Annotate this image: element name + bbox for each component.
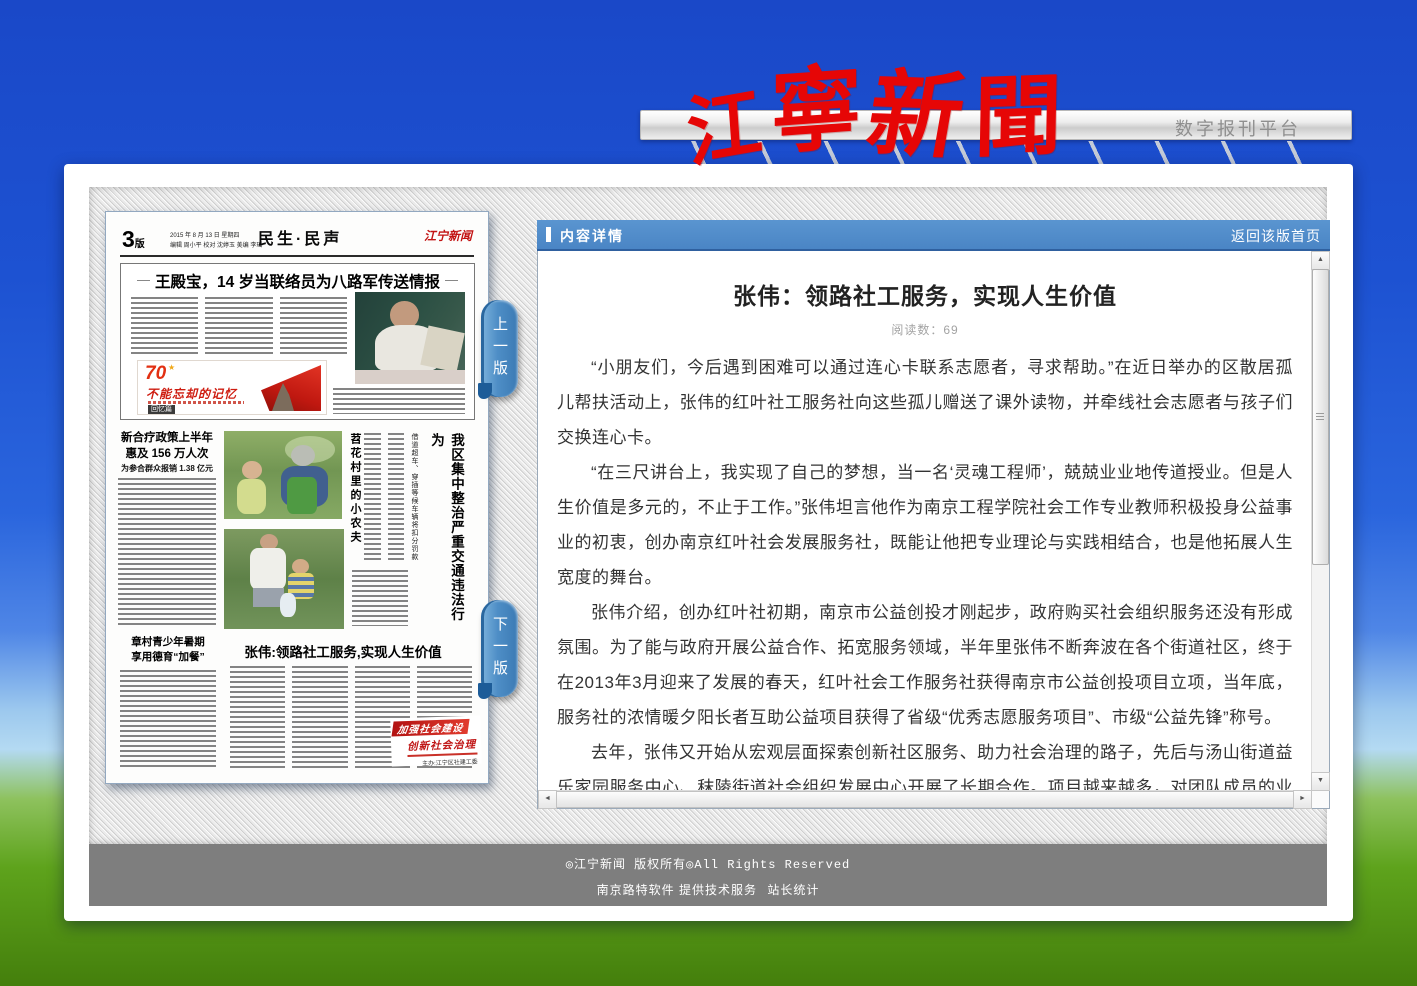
newspaper-section-title: 民生·民声	[258, 225, 342, 249]
vertical-scroll-thumb[interactable]	[1312, 269, 1329, 565]
content-panel: 内容详情 返回该版首页 张伟：领路社工服务，实现人生价值 阅读数：69 “小朋友…	[537, 220, 1330, 809]
newspaper-page-number: 3版	[122, 226, 145, 253]
farmer-vertical-headline: 苕花村里的小农夫	[347, 433, 363, 571]
scroll-down-icon[interactable]: ▼	[1311, 772, 1330, 791]
anniversary-70-logo: 70	[145, 363, 166, 385]
newspaper-body-text	[118, 478, 216, 628]
health-policy-subhead: 为参合群众报销 1.38 亿元	[116, 463, 218, 474]
star-icon: ★	[168, 363, 175, 372]
memory-banner-tag: 回忆篇	[148, 405, 175, 414]
article-content: 张伟：领路社工服务，实现人生价值 阅读数：69 “小朋友们，今后遇到困难可以通过…	[538, 251, 1312, 791]
newspaper-body-text	[120, 670, 216, 768]
footer: ◎江宁新闻 版权所有◎All Rights Reserved 南京路特软件 提供…	[89, 844, 1327, 906]
platform-label: 数字报刊平台	[1175, 115, 1301, 141]
newspaper-photo-family	[224, 529, 344, 629]
newspaper-body-text	[352, 570, 408, 626]
memory-banner-subline	[148, 401, 244, 404]
scroll-right-icon[interactable]: ►	[1293, 790, 1312, 809]
next-page-label: 下一版	[489, 616, 510, 682]
scroll-grip-icon	[1316, 413, 1324, 421]
read-count: 阅读数：69	[557, 321, 1293, 338]
masthead-char: 寧	[770, 33, 862, 173]
site-masthead: 江 寧 新 聞	[672, 26, 1102, 176]
youth-headline: 章村青少年暑期 享用德育“加餐”	[118, 635, 218, 665]
content-panel-header: 内容详情 返回该版首页	[537, 220, 1330, 251]
traffic-vertical-headline: 我区集中整治严重交通违法行为	[426, 433, 466, 633]
tech-service-line: 南京路特软件 提供技术服务 站长统计	[89, 881, 1327, 898]
newspaper-photo-elderly-man	[355, 292, 465, 384]
prev-page-label: 上一版	[489, 316, 510, 382]
memory-anniversary-banner: 70 ★ 不能忘却的记忆 回忆篇	[137, 360, 327, 415]
health-policy-headline: 新合疗政策上半年 惠及 156 万人次	[116, 431, 218, 462]
newspaper-lead-headline: 王殿宝，14 岁当联络员为八路军传送情报	[121, 270, 474, 292]
content-panel-body: 张伟：领路社工服务，实现人生价值 阅读数：69 “小朋友们，今后遇到困难可以通过…	[537, 251, 1330, 809]
horizontal-scrollbar[interactable]: ◄ ►	[538, 790, 1312, 808]
scroll-left-icon[interactable]: ◄	[538, 790, 557, 809]
horizontal-scroll-thumb[interactable]	[556, 791, 1294, 808]
masthead-char: 江	[683, 59, 766, 183]
scrollbar-corner	[1312, 791, 1329, 808]
scroll-up-icon[interactable]: ▲	[1311, 251, 1330, 270]
article-paragraph: “小朋友们，今后遇到困难可以通过连心卡联系志愿者，寻求帮助。”在近日举办的区散居…	[557, 350, 1293, 455]
newspaper-date-line: 2015 年 8 月 13 日 星期四 编辑 周小平 校对 沈婷玉 美编 李瑶	[170, 231, 262, 251]
masthead-char: 新	[858, 39, 976, 178]
article-paragraph: “在三尺讲台上，我实现了自己的梦想，当一名‘灵魂工程师’，兢兢业业地传道授业。但…	[557, 455, 1293, 595]
copyright-line: ◎江宁新闻 版权所有◎All Rights Reserved	[89, 855, 1327, 872]
next-page-button[interactable]: 下一版	[481, 600, 518, 697]
article-paragraph: 张伟介绍，创办红叶社初期，南京市公益创投才刚起步，政府购买社会组织服务还没有形成…	[557, 595, 1293, 735]
society-slogan-banner: 加强社会建设 创新社会治理 主办:江宁区社建工委	[390, 715, 482, 766]
memory-banner-title: 不能忘却的记忆	[146, 385, 237, 402]
newspaper-rule	[120, 255, 474, 257]
back-to-page-home-link[interactable]: 返回该版首页	[1231, 226, 1321, 246]
article-title: 张伟：领路社工服务，实现人生价值	[557, 277, 1293, 311]
slogan-line1: 加强社会建设	[391, 719, 469, 737]
newspaper-body-text	[364, 433, 404, 561]
prev-page-button[interactable]: 上一版	[481, 300, 518, 397]
tech-service-text: 南京路特软件 提供技术服务	[597, 883, 757, 897]
main-card: 3版 2015 年 8 月 13 日 星期四 编辑 周小平 校对 沈婷玉 美编 …	[64, 164, 1353, 921]
newspaper-lead-article: 王殿宝，14 岁当联络员为八路军传送情报 70 ★ 不能忘却的记忆 回忆篇	[120, 263, 475, 420]
vertical-scrollbar[interactable]: ▲ ▼	[1311, 251, 1329, 791]
newspaper-body-text	[131, 297, 347, 357]
article-paragraph: 去年，张伟又开始从宏观层面探索创新社区服务、助力社会治理的路子，先后与汤山街道益…	[557, 735, 1293, 791]
slogan-line2: 创新社会治理	[407, 737, 478, 757]
panel-title: 内容详情	[560, 226, 624, 246]
site-stats-link[interactable]: 站长统计	[767, 883, 819, 897]
traffic-vertical-subhead: 借道超车、穿插等候车辆将扣分罚款	[409, 433, 419, 591]
newspaper-masthead: 江宁新闻	[424, 227, 472, 244]
masthead-char: 聞	[973, 44, 1063, 174]
title-marker-icon	[546, 227, 551, 242]
newspaper-body-text	[333, 388, 465, 414]
zhangwei-article-headline[interactable]: 张伟:领路社工服务,实现人生价值	[228, 641, 458, 661]
newspaper-photo-field	[224, 431, 342, 519]
newspaper-page-thumbnail[interactable]: 3版 2015 年 8 月 13 日 星期四 编辑 周小平 校对 沈婷玉 美编 …	[105, 211, 489, 784]
